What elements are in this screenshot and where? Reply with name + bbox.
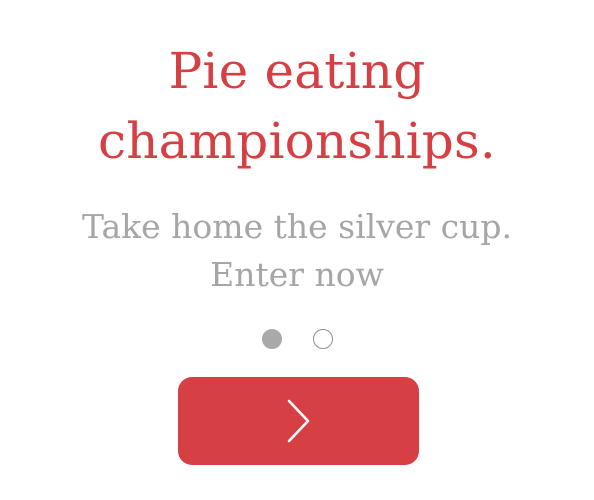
headline-line-1: Pie eating (168, 42, 426, 100)
headline-line-2: championships. (98, 112, 496, 170)
pagination-dot-1[interactable] (261, 329, 282, 349)
next-button[interactable] (178, 377, 419, 465)
pagination-dots (0, 329, 594, 351)
subheadline: Take home the silver cup. Enter now (0, 203, 594, 299)
promo-card: Pie eating championships. Take home the … (0, 0, 594, 500)
subheadline-line-1: Take home the silver cup. (82, 207, 512, 246)
pagination-dot-2[interactable] (312, 329, 333, 349)
chevron-right-icon (286, 398, 312, 444)
subheadline-line-2: Enter now (210, 255, 384, 294)
headline: Pie eating championships. (0, 36, 594, 176)
